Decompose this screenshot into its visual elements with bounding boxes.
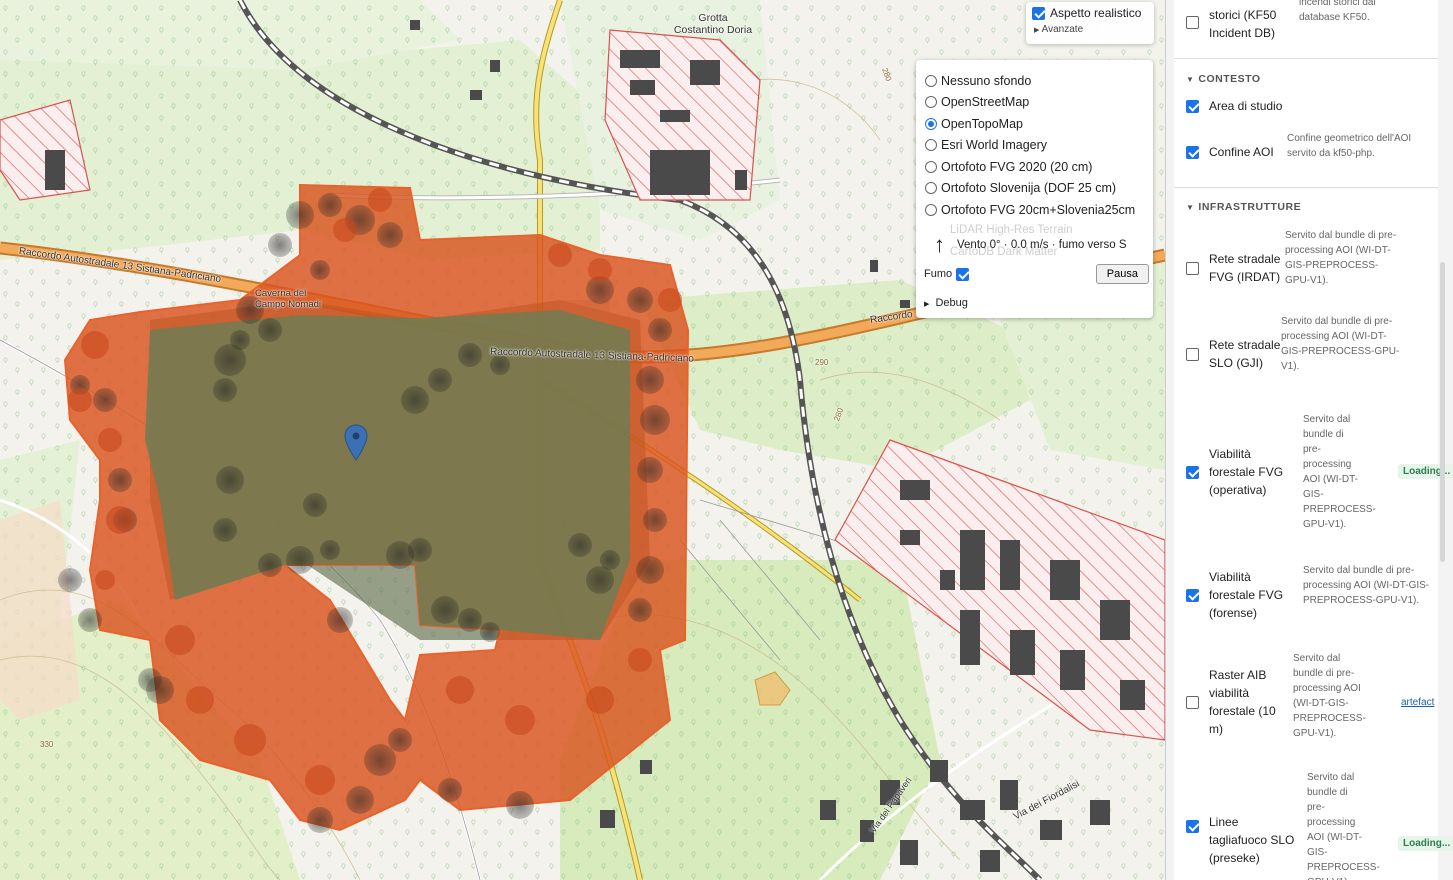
layer-item-rete-stradale-fvg[interactable]: Rete stradale FVG (IRDAT) Servito dal bu… <box>1186 230 1438 303</box>
label-grotta: Grotta Costantino Doria <box>673 12 753 36</box>
layer-checkbox[interactable] <box>1186 588 1199 602</box>
basemap-option[interactable]: Nessuno sfondo <box>916 70 1153 92</box>
chevron-down-icon: ▼ <box>1186 203 1195 212</box>
layer-name: Viabilità forestale FVG (operativa) <box>1209 447 1284 497</box>
radio-button[interactable] <box>925 139 937 152</box>
radio-button[interactable] <box>925 160 937 173</box>
layer-item-area-studio[interactable]: Area di studio <box>1186 96 1438 116</box>
layer-description: Servito dal bundle di pre-processing AOI… <box>1307 772 1380 880</box>
layer-side-panel: storici (KF50 Incident DB) incendi stori… <box>1165 0 1453 880</box>
basemap-panel: Nessuno sfondo OpenStreetMap OpenTopoMap… <box>916 60 1153 318</box>
layer-name: Area di studio <box>1209 99 1283 113</box>
layer-checkbox[interactable] <box>1186 819 1199 833</box>
layer-description: Servito dal bundle di pre-processing AOI… <box>1285 230 1397 286</box>
realistic-toggle-box: Aspetto realistico ▶ Avanzate <box>1026 2 1154 44</box>
wind-indicator: ↑ Vento 0° · 0.0 m/s · fumo verso S <box>916 230 1153 260</box>
smoke-label: Fumo <box>924 268 953 280</box>
smoke-control: Fumo Pausa <box>924 264 1149 284</box>
layer-checkbox[interactable] <box>1186 99 1199 113</box>
section-infrastrutture[interactable]: ▼ INFRASTRUTTURE <box>1186 201 1301 213</box>
layer-description: Confine geometrico dell'AOI servito da k… <box>1287 133 1412 159</box>
radio-button[interactable] <box>925 203 937 216</box>
layer-item-raster-aib[interactable]: Raster AIB viabilità forestale (10 m) Se… <box>1186 648 1438 756</box>
loading-badge: Loading... <box>1398 836 1453 851</box>
realistic-label: Aspetto realistico <box>1050 6 1142 20</box>
artefact-link[interactable]: artefact <box>1401 697 1434 708</box>
advanced-toggle[interactable]: ▶ Avanzate <box>1032 24 1148 35</box>
layer-name: Raster AIB viabilità forestale (10 m) <box>1209 668 1276 736</box>
layer-checkbox[interactable] <box>1186 15 1199 29</box>
chevron-right-icon: ▶ <box>1034 27 1040 34</box>
radio-button[interactable] <box>925 74 937 87</box>
realistic-toggle[interactable]: Aspetto realistico <box>1032 6 1148 20</box>
layer-item-confine-aoi[interactable]: Confine AOI Confine geometrico dell'AOI … <box>1186 130 1438 174</box>
layer-item-linee-tagliafuoco[interactable]: Linee tagliafuoco SLO (preseke) Servito … <box>1186 770 1453 880</box>
basemap-option[interactable]: Ortofoto Slovenija (DOF 25 cm) <box>916 178 1153 200</box>
layer-description: Servito dal bundle di pre-processing AOI… <box>1303 414 1376 530</box>
chevron-right-icon: ▶ <box>924 301 930 308</box>
layer-item-incendi-storici[interactable]: storici (KF50 Incident DB) incendi stori… <box>1186 0 1438 44</box>
label-caverna: Caverna del Campo Nomadi <box>255 288 321 310</box>
debug-label: Debug <box>935 297 968 309</box>
label-elev-1: 290 <box>815 358 829 367</box>
layer-checkbox[interactable] <box>1186 695 1199 709</box>
chevron-down-icon: ▼ <box>1186 75 1195 84</box>
debug-toggle[interactable]: ▶ Debug <box>924 297 968 309</box>
basemap-option[interactable]: Ortofoto FVG 20cm+Slovenia25cm <box>916 199 1153 221</box>
pause-button[interactable]: Pausa <box>1095 264 1149 284</box>
layer-description: Servito dal bundle di pre-processing AOI… <box>1303 564 1430 606</box>
map-canvas[interactable]: ϙ ϙ <box>0 0 1165 880</box>
layer-item-viabilita-operativa[interactable]: Viabilità forestale FVG (operativa) Serv… <box>1186 400 1453 544</box>
label-elev-3: 330 <box>40 740 54 749</box>
layer-item-viabilita-forense[interactable]: Viabilità forestale FVG (forense) Servit… <box>1186 555 1438 635</box>
divider <box>1174 58 1438 59</box>
radio-button[interactable] <box>925 182 937 195</box>
layer-name: Linee tagliafuoco SLO (preseke) <box>1209 815 1295 865</box>
scrollbar[interactable] <box>1440 262 1445 562</box>
layer-description: Servito dal bundle di pre-processing AOI… <box>1293 653 1366 739</box>
layer-item-rete-stradale-slo[interactable]: Rete stradale SLO (GJI) Servito dal bund… <box>1186 316 1438 390</box>
layer-checkbox[interactable] <box>1186 261 1199 275</box>
radio-button[interactable] <box>925 117 937 130</box>
section-contesto[interactable]: ▼ CONTESTO <box>1186 73 1261 85</box>
realistic-checkbox[interactable] <box>1032 6 1045 20</box>
layer-name: storici (KF50 Incident DB) <box>1209 8 1277 40</box>
basemap-option[interactable]: OpenStreetMap <box>916 92 1153 114</box>
layer-name: Rete stradale SLO (GJI) <box>1209 338 1281 370</box>
layer-name: Viabilità forestale FVG (forense) <box>1209 570 1284 620</box>
basemap-option[interactable]: OpenTopoMap <box>916 113 1153 135</box>
layer-list: storici (KF50 Incident DB) incendi stori… <box>1174 0 1453 880</box>
basemap-option[interactable]: Ortofoto FVG 2020 (20 cm) <box>916 156 1153 178</box>
layer-description: Servito dal bundle di pre-processing AOI… <box>1281 316 1400 372</box>
smoke-checkbox[interactable] <box>956 267 970 281</box>
advanced-label: Avanzate <box>1041 24 1084 35</box>
layer-name: Confine AOI <box>1209 145 1274 159</box>
layer-checkbox[interactable] <box>1186 465 1199 479</box>
wind-text: Vento 0° · 0.0 m/s · fumo verso S <box>957 239 1127 251</box>
layer-name: Rete stradale FVG (IRDAT) <box>1209 252 1281 284</box>
radio-button[interactable] <box>925 96 937 109</box>
layer-checkbox[interactable] <box>1186 347 1199 361</box>
layer-description: incendi storici dal database KF50. <box>1299 0 1376 23</box>
layer-checkbox[interactable] <box>1186 145 1199 159</box>
basemap-option[interactable]: Esri World Imagery <box>916 135 1153 157</box>
divider <box>1174 187 1438 188</box>
wind-arrow-icon: ↑ <box>934 232 945 257</box>
